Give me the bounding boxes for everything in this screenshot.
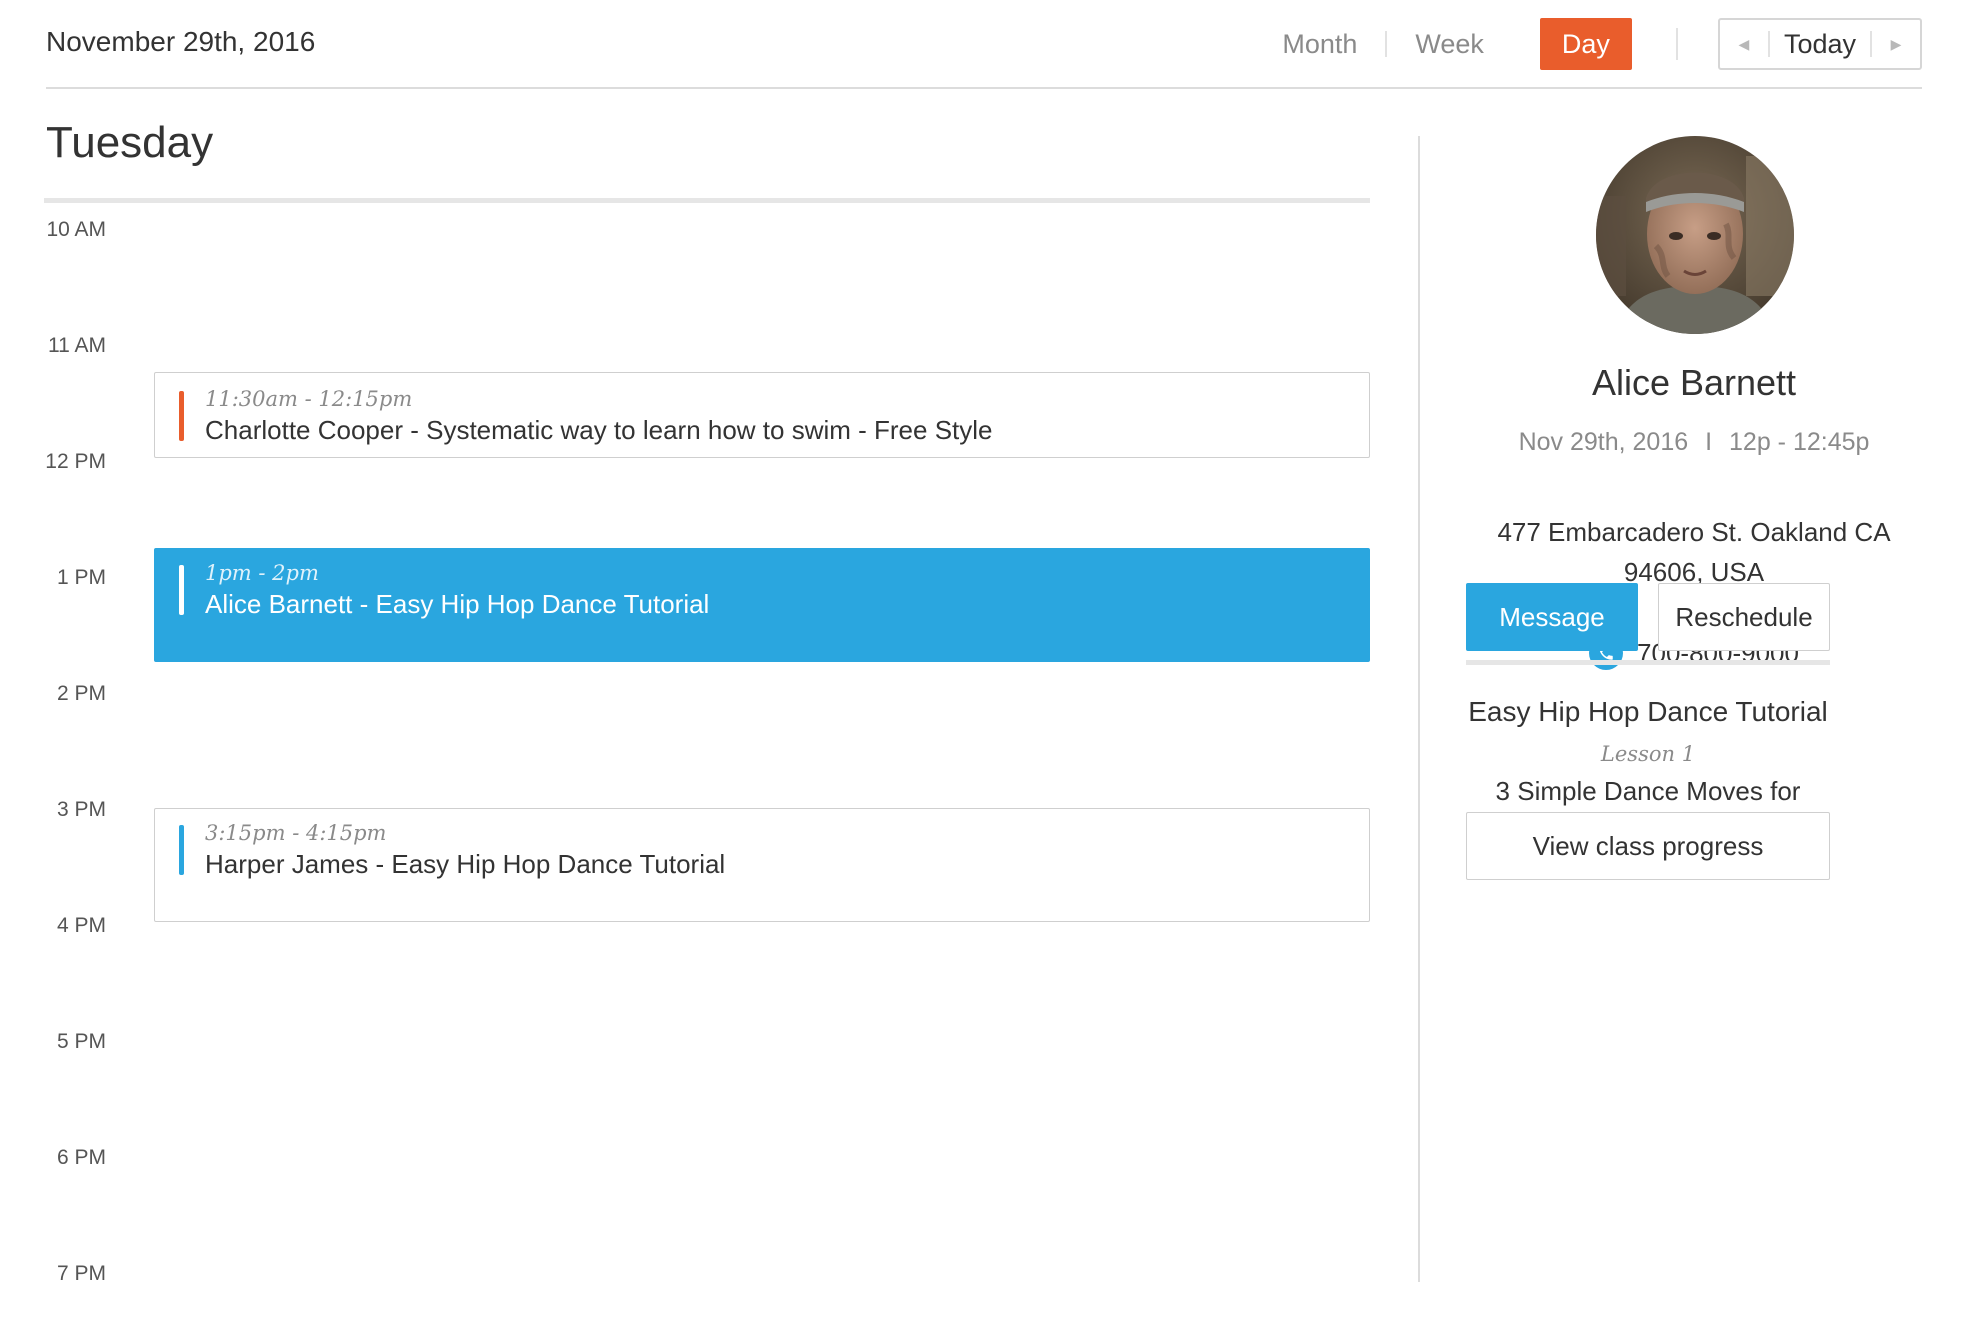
panel-divider <box>1418 136 1420 1282</box>
tab-day[interactable]: Day <box>1539 18 1632 70</box>
calendar-header: November 29th, 2016 Month Week Day ◀ Tod… <box>46 0 1922 89</box>
date-navigator: ◀ Today ▶ <box>1717 18 1922 70</box>
previous-day-button[interactable]: ◀ <box>1720 20 1768 68</box>
hour-label: 1 PM <box>56 566 106 589</box>
appointment-datetime: Nov 29th, 2016 I 12p - 12:45p <box>1466 428 1922 457</box>
reschedule-button[interactable]: Reschedule <box>1658 583 1830 651</box>
current-date: November 29th, 2016 <box>46 26 316 57</box>
event-title: Alice Barnett - Easy Hip Hop Dance Tutor… <box>205 589 710 619</box>
address-line-1: 477 Embarcadero St. Oakland CA <box>1497 517 1891 547</box>
meta-separator: I <box>1705 428 1713 456</box>
event-card-selected[interactable]: 1pm - 2pm Alice Barnett - Easy Hip Hop D… <box>154 548 1370 662</box>
header-divider <box>1675 28 1678 60</box>
next-day-button[interactable]: ▶ <box>1872 20 1920 68</box>
avatar <box>1596 136 1794 334</box>
event-time: 11:30am - 12:15pm <box>205 387 413 411</box>
view-class-progress-button[interactable]: View class progress <box>1466 812 1830 880</box>
hour-label: 10 AM <box>46 218 106 241</box>
hour-label: 12 PM <box>45 450 106 473</box>
event-time: 1pm - 2pm <box>205 561 319 585</box>
lesson-number: Lesson 1 <box>1600 742 1696 766</box>
avatar-photo <box>1596 136 1794 334</box>
client-address: 477 Embarcadero St. Oakland CA 94606, US… <box>1466 512 1922 592</box>
hour-label: 3 PM <box>56 798 106 821</box>
message-button[interactable]: Message <box>1466 583 1638 651</box>
hour-label: 11 AM <box>48 334 106 357</box>
hour-label: 7 PM <box>56 1262 106 1285</box>
event-title: Charlotte Cooper - Systematic way to lea… <box>205 415 993 445</box>
panel-section-divider <box>1466 660 1830 665</box>
event-color-bar <box>179 565 184 615</box>
client-name: Alice Barnett <box>1591 362 1797 403</box>
hour-label: 2 PM <box>56 682 106 705</box>
event-color-bar <box>179 825 184 875</box>
tab-month[interactable]: Month <box>1254 18 1385 70</box>
view-switcher: Month Week Day ◀ Today ▶ <box>1254 18 1922 70</box>
class-title: Easy Hip Hop Dance Tutorial <box>1468 696 1828 727</box>
appointment-date: Nov 29th, 2016 <box>1518 428 1689 456</box>
caret-right-icon: ▶ <box>1890 35 1902 52</box>
caret-left-icon: ◀ <box>1738 35 1750 52</box>
day-title: Tuesday <box>46 118 214 167</box>
hour-label: 5 PM <box>56 1030 106 1053</box>
hour-label: 4 PM <box>56 914 106 937</box>
event-color-bar <box>179 391 184 441</box>
hour-label: 6 PM <box>56 1146 106 1169</box>
today-button[interactable]: Today <box>1770 29 1870 60</box>
event-time: 3:15pm - 4:15pm <box>205 821 387 845</box>
event-title: Harper James - Easy Hip Hop Dance Tutori… <box>205 849 726 879</box>
day-divider <box>44 198 1370 203</box>
appointment-time: 12p - 12:45p <box>1729 428 1870 456</box>
tab-week[interactable]: Week <box>1387 18 1512 70</box>
event-card[interactable]: 3:15pm - 4:15pm Harper James - Easy Hip … <box>154 808 1370 922</box>
event-card[interactable]: 11:30am - 12:15pm Charlotte Cooper - Sys… <box>154 372 1370 458</box>
